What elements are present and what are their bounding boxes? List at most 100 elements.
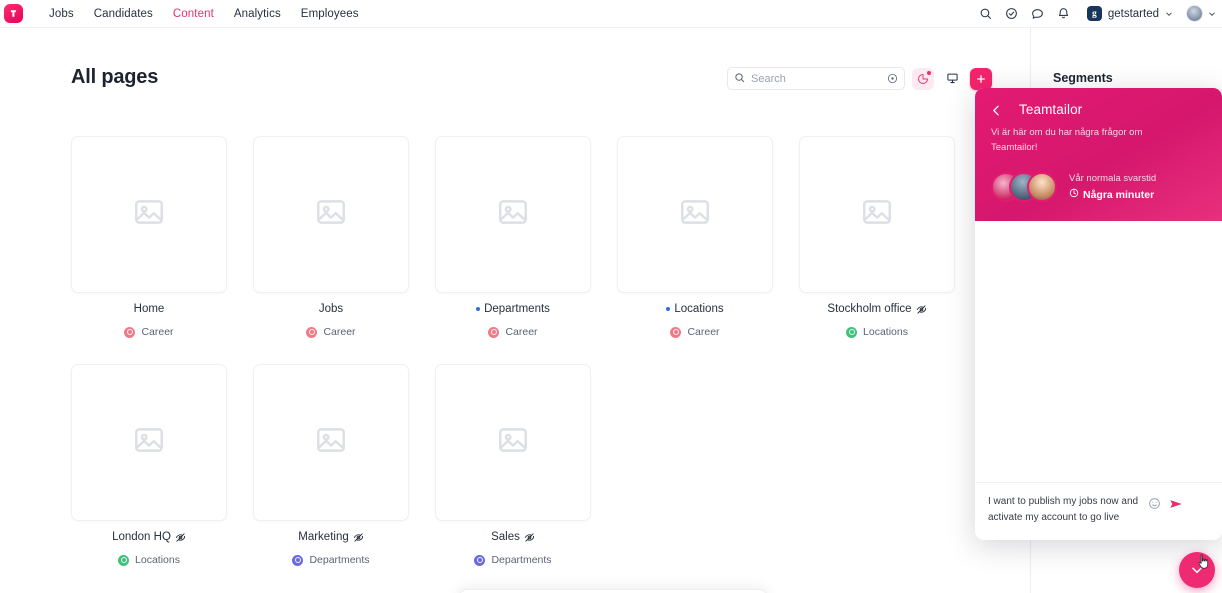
page-card-tag[interactable]: Locations — [799, 326, 955, 338]
emoji-smiley-icon[interactable] — [1148, 497, 1161, 510]
task-check-icon[interactable] — [999, 1, 1025, 27]
avatar — [1186, 5, 1203, 22]
hidden-eye-slash-icon — [353, 532, 364, 543]
send-paper-plane-icon[interactable] — [1169, 497, 1183, 511]
page-card-title[interactable]: Departments — [435, 303, 591, 315]
page-card: Stockholm office Locations — [799, 136, 955, 338]
nav-link-jobs[interactable]: Jobs — [39, 4, 84, 24]
page-card-title[interactable]: Home — [71, 303, 227, 315]
page-card-title[interactable]: Stockholm office — [799, 303, 955, 315]
chat-message-input[interactable]: I want to publish my jobs now and activa… — [988, 494, 1140, 526]
page-card-tag[interactable]: Career — [71, 326, 227, 338]
page-card-title-text: Sales — [491, 531, 520, 543]
chat-message-area — [975, 221, 1222, 482]
page-card: Marketing Departments — [253, 364, 409, 566]
page-card-title-text: Stockholm office — [827, 303, 912, 315]
page-card-thumbnail[interactable] — [253, 364, 409, 521]
segments-title: Segments — [1053, 71, 1113, 85]
agent-avatar-3 — [1027, 172, 1057, 203]
page-card-thumbnail[interactable] — [71, 136, 227, 293]
page-card-tag[interactable]: Locations — [71, 554, 227, 566]
page-card-tag-label: Departments — [491, 554, 552, 566]
page-card-title[interactable]: Marketing — [253, 531, 409, 543]
page-card-tag[interactable]: Career — [617, 326, 773, 338]
top-navigation-bar: Jobs Candidates Content Analytics Employ… — [0, 0, 1222, 28]
image-placeholder-icon — [314, 423, 348, 462]
chat-response-row: Vår normala svarstid Några minuter — [991, 169, 1206, 205]
page-card-title-text: Departments — [484, 303, 550, 315]
page-card-title[interactable]: Locations — [617, 303, 773, 315]
notifications-bell-icon[interactable] — [1051, 1, 1077, 27]
page-card-thumbnail[interactable] — [71, 364, 227, 521]
unpublished-dot-icon — [476, 307, 481, 311]
tag-color-icon — [488, 326, 500, 338]
page-card: Sales Departments — [435, 364, 591, 566]
page-card-tag[interactable]: Career — [435, 326, 591, 338]
page-card-title[interactable]: Sales — [435, 531, 591, 543]
page-card-title-text: Locations — [674, 303, 724, 315]
page-card-tag[interactable]: Departments — [435, 554, 591, 566]
chat-toggle-button[interactable] — [1179, 552, 1215, 588]
image-placeholder-icon — [314, 195, 348, 234]
device-preview-icon[interactable] — [941, 68, 963, 90]
hidden-eye-slash-icon — [524, 532, 535, 543]
page-card-title[interactable]: Jobs — [253, 303, 409, 315]
chevron-down-icon — [1192, 567, 1202, 574]
unpublished-changes-bar: Unpublished changes 2 Publish all — [458, 589, 768, 593]
account-badge: g — [1086, 6, 1102, 21]
image-placeholder-icon — [132, 195, 166, 234]
tag-color-icon — [306, 326, 318, 338]
page-card: Departments Career — [435, 136, 591, 338]
tag-color-icon — [670, 326, 682, 338]
filter-active-badge — [927, 70, 931, 75]
chat-input-bar: I want to publish my jobs now and activa… — [975, 482, 1222, 540]
chat-widget: Teamtailor Vi är här om du har några frå… — [975, 88, 1222, 540]
page-card-title[interactable]: London HQ — [71, 531, 227, 543]
pages-grid: Home Career Jobs Career Departments Career Loc… — [71, 136, 961, 566]
chat-agent-avatars — [991, 169, 1059, 205]
hidden-eye-slash-icon — [916, 304, 927, 315]
page-card-thumbnail[interactable] — [435, 136, 591, 293]
messages-icon[interactable] — [1025, 1, 1051, 27]
page-card-tag-label: Career — [505, 326, 538, 338]
clock-icon — [1069, 188, 1079, 201]
nav-link-employees[interactable]: Employees — [291, 4, 369, 24]
chat-brand-title: Teamtailor — [1019, 102, 1083, 117]
search-field[interactable] — [727, 67, 905, 90]
hidden-eye-slash-icon — [175, 532, 186, 543]
page-card: London HQ Locations — [71, 364, 227, 566]
page-card-thumbnail[interactable] — [253, 136, 409, 293]
page-card: Jobs Career — [253, 136, 409, 338]
filter-pie-icon[interactable] — [912, 67, 934, 90]
chat-response-value-row: Några minuter — [1069, 188, 1156, 201]
nav-link-content[interactable]: Content — [163, 4, 224, 24]
page-card-tag[interactable]: Career — [253, 326, 409, 338]
unpublished-dot-icon — [666, 307, 671, 311]
clear-circle-icon[interactable] — [887, 73, 898, 84]
primary-nav-links: Jobs Candidates Content Analytics Employ… — [39, 4, 369, 24]
page-card-thumbnail[interactable] — [799, 136, 955, 293]
page-card-thumbnail[interactable] — [435, 364, 591, 521]
chevron-left-icon[interactable] — [990, 104, 1003, 122]
page-card-tag[interactable]: Departments — [253, 554, 409, 566]
tag-color-icon — [846, 326, 858, 338]
add-page-button[interactable] — [970, 67, 992, 90]
search-icon[interactable] — [973, 1, 999, 27]
chat-response-value: Några minuter — [1083, 188, 1155, 201]
tag-color-icon — [118, 554, 130, 566]
nav-right-actions: g getstarted — [973, 1, 1222, 27]
search-input[interactable] — [751, 72, 869, 85]
teamtailor-logo-icon[interactable] — [4, 4, 23, 23]
page-card-title-text: Marketing — [298, 531, 349, 543]
page-card: Home Career — [71, 136, 227, 338]
image-placeholder-icon — [496, 423, 530, 462]
user-menu[interactable] — [1186, 5, 1216, 23]
nav-link-candidates[interactable]: Candidates — [84, 4, 163, 24]
page-card-tag-label: Departments — [309, 554, 370, 566]
chat-response-time: Vår normala svarstid Några minuter — [1069, 173, 1156, 201]
account-switcher[interactable]: g getstarted — [1083, 3, 1177, 25]
page-card-tag-label: Career — [141, 326, 174, 338]
nav-link-analytics[interactable]: Analytics — [224, 4, 291, 24]
page-card: Locations Career — [617, 136, 773, 338]
page-card-thumbnail[interactable] — [617, 136, 773, 293]
